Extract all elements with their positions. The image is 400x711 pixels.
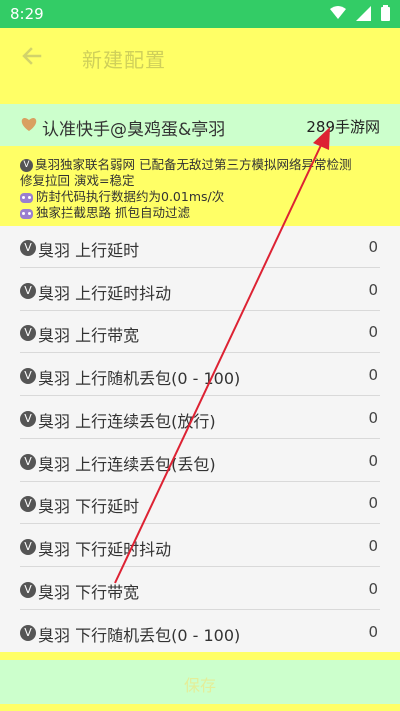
heart-icon xyxy=(21,118,37,131)
status-icons xyxy=(330,5,390,21)
divider xyxy=(20,566,380,567)
gamepad-icon xyxy=(20,192,33,203)
page-title: 新建配置 xyxy=(82,48,166,72)
setting-label: 臭羽 下行延时抖动 xyxy=(38,540,172,559)
setting-row[interactable]: V 臭羽 上行延时 0 xyxy=(20,226,380,268)
info-text: 独家拦截思路 抓包自动过滤 xyxy=(36,205,190,220)
v-badge-icon: V xyxy=(20,625,36,641)
v-badge-icon: V xyxy=(20,454,36,470)
setting-label: 臭羽 上行带宽 xyxy=(38,326,140,345)
back-arrow-icon[interactable] xyxy=(18,42,46,70)
promo-banner: 认准快手@臭鸡蛋&亭羽 289手游网 xyxy=(0,104,400,146)
divider xyxy=(20,523,380,524)
signal-icon xyxy=(356,5,371,21)
setting-label: 臭羽 上行连续丢包(丢包) xyxy=(38,455,216,474)
v-badge-icon: V xyxy=(20,368,36,384)
status-time: 8:29 xyxy=(10,5,44,23)
v-badge-icon: V xyxy=(20,240,36,256)
save-label: 保存 xyxy=(183,676,216,695)
gamepad-icon xyxy=(20,208,33,219)
v-badge-icon: V xyxy=(20,283,36,299)
setting-label: 臭羽 下行带宽 xyxy=(38,583,140,602)
banner-text: 认准快手@臭鸡蛋&亭羽 xyxy=(42,120,226,140)
divider xyxy=(20,267,380,268)
setting-value: 0 xyxy=(368,238,378,256)
setting-label: 臭羽 下行随机丢包(0 - 100) xyxy=(38,626,241,645)
v-badge-icon: V xyxy=(20,582,36,598)
battery-icon xyxy=(381,5,390,21)
v-badge-icon: V xyxy=(20,325,36,341)
header-spacer xyxy=(0,86,400,104)
status-bar: 8:29 xyxy=(0,0,400,28)
setting-value: 0 xyxy=(368,537,378,555)
divider xyxy=(20,609,380,610)
setting-value: 0 xyxy=(368,623,378,641)
app-bar: 新建配置 xyxy=(0,28,400,86)
setting-row[interactable]: V 臭羽 下行延时抖动 0 xyxy=(20,525,380,567)
setting-label: 臭羽 上行随机丢包(0 - 100) xyxy=(38,369,241,388)
setting-value: 0 xyxy=(368,409,378,427)
setting-value: 0 xyxy=(368,494,378,512)
v-badge-icon: V xyxy=(20,496,36,512)
wifi-icon xyxy=(330,6,346,19)
setting-row[interactable]: V 臭羽 下行随机丢包(0 - 100) 0 xyxy=(20,611,380,653)
setting-row[interactable]: V 臭羽 下行带宽 0 xyxy=(20,568,380,610)
setting-label: 臭羽 下行延时 xyxy=(38,497,140,516)
setting-value: 0 xyxy=(368,452,378,470)
setting-label: 臭羽 上行延时 xyxy=(38,241,140,260)
setting-value: 0 xyxy=(368,366,378,384)
banner-brand: 289手游网 xyxy=(306,118,380,136)
info-line: 独家拦截思路 抓包自动过滤 xyxy=(20,202,190,221)
divider xyxy=(20,352,380,353)
v-badge-icon: V xyxy=(20,411,36,427)
setting-row[interactable]: V 臭羽 上行随机丢包(0 - 100) 0 xyxy=(20,354,380,396)
v-badge-icon: V xyxy=(20,539,36,555)
divider xyxy=(20,438,380,439)
divider xyxy=(20,395,380,396)
info-panel: V 臭羽独家联名弱网 已配备无敌过第三方模拟网络异常检测 修复拉回 演戏=稳定 防… xyxy=(0,146,400,226)
setting-row[interactable]: V 臭羽 上行连续丢包(放行) 0 xyxy=(20,397,380,439)
setting-label: 臭羽 上行延时抖动 xyxy=(38,284,172,303)
settings-list: V 臭羽 上行延时 0 V 臭羽 上行延时抖动 0 V 臭羽 上行带宽 0 V … xyxy=(0,226,400,652)
setting-value: 0 xyxy=(368,580,378,598)
setting-row[interactable]: V 臭羽 上行延时抖动 0 xyxy=(20,269,380,311)
save-button[interactable]: 保存 xyxy=(0,660,400,704)
setting-value: 0 xyxy=(368,281,378,299)
setting-value: 0 xyxy=(368,323,378,341)
setting-label: 臭羽 上行连续丢包(放行) xyxy=(38,412,216,431)
setting-row[interactable]: V 臭羽 上行连续丢包(丢包) 0 xyxy=(20,440,380,482)
setting-row[interactable]: V 臭羽 下行延时 0 xyxy=(20,482,380,524)
setting-row[interactable]: V 臭羽 上行带宽 0 xyxy=(20,311,380,353)
